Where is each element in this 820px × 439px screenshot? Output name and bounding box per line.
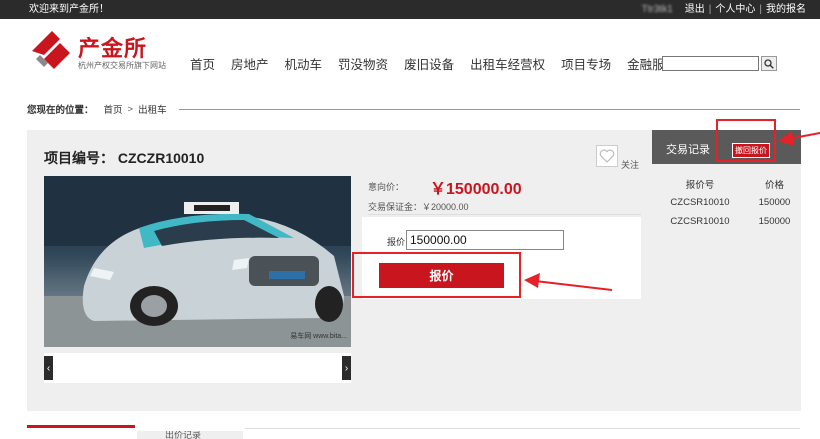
- logo-mark-icon: [32, 31, 70, 69]
- top-bar: 欢迎来到产金所！ Ttr3tk1 退出 | 个人中心 | 我的报名: [0, 0, 820, 19]
- nav-item-taxi-rights[interactable]: 出租车经营权: [462, 54, 553, 73]
- welcome-text: 欢迎来到产金所！: [29, 4, 109, 15]
- search-icon: [764, 58, 774, 69]
- breadcrumb: 您现在的位置： 首页 > 出租车: [27, 101, 800, 117]
- intended-price-row: 意向价： ￥150000.00: [368, 176, 641, 198]
- nav-item-real-estate[interactable]: 房地产: [223, 54, 277, 73]
- divider: [178, 108, 800, 110]
- photo-watermark: 易车网 www.bita...: [290, 333, 347, 340]
- chevron-left-icon: ‹: [46, 362, 51, 374]
- divider: [368, 214, 641, 215]
- separator: |: [708, 4, 712, 15]
- main-nav: 首页 房地产 机动车 罚没物资 废旧设备 出租车经营权 项目专场 金融服务: [182, 54, 685, 73]
- top-links: Ttr3tk1 退出 | 个人中心 | 我的报名: [642, 0, 806, 19]
- project-panel: 项目编号： CZCZR10010 关注 易车网 www.bita... ‹ › …: [27, 130, 652, 411]
- thumbnail-strip: ‹ ›: [44, 353, 351, 383]
- table-cell: 150000: [758, 216, 791, 227]
- favorite-button[interactable]: [596, 145, 618, 167]
- bid-input[interactable]: [406, 230, 564, 250]
- highlight-box: [716, 119, 776, 162]
- column-header-bid-no: 报价号: [685, 179, 715, 191]
- logo-subtitle: 杭州产权交易所旗下网站: [78, 61, 166, 70]
- chevron-right-icon: ›: [344, 362, 349, 374]
- trade-records-title: 交易记录: [666, 144, 710, 156]
- divider: [245, 428, 800, 429]
- nav-item-used-equipment[interactable]: 废旧设备: [396, 54, 462, 73]
- tab-bid-records[interactable]: 出价记录: [137, 431, 243, 439]
- breadcrumb-label: 您现在的位置：: [27, 105, 94, 116]
- table-row: CZCSR10010 150000: [652, 193, 801, 212]
- column-header-price: 价格: [764, 179, 784, 191]
- vehicle-photo[interactable]: 易车网 www.bita...: [44, 176, 351, 347]
- bid-label: 报价: [387, 237, 406, 247]
- user-center-link[interactable]: 个人中心: [715, 0, 755, 19]
- deposit-text: 交易保证金：￥20000.00: [368, 202, 469, 212]
- intended-price-value: ￥150000.00: [430, 181, 522, 198]
- logo[interactable]: 产金所 杭州产权交易所旗下网站: [30, 29, 180, 71]
- highlight-box: [352, 252, 521, 298]
- records-table: 报价号 价格 CZCSR10010 150000 CZCSR10010 1500…: [652, 174, 801, 231]
- tab-details[interactable]: [27, 425, 135, 439]
- username: Ttr3tk1: [641, 4, 673, 15]
- breadcrumb-separator: >: [127, 103, 134, 115]
- taxi-image: [44, 176, 351, 347]
- site-header: 产金所 杭州产权交易所旗下网站 首页 房地产 机动车 罚没物资 废旧设备 出租车…: [0, 19, 820, 89]
- my-signup-link[interactable]: 我的报名: [766, 0, 806, 19]
- table-cell: CZCSR10010: [670, 216, 730, 227]
- nav-item-vehicles[interactable]: 机动车: [277, 54, 331, 73]
- next-arrow-button[interactable]: ›: [342, 356, 351, 380]
- trade-records-panel: 交易记录 撤回报价 报价号 价格 CZCSR10010 150000 CZCSR…: [652, 130, 801, 411]
- detail-tabs: 出价记录: [27, 425, 800, 439]
- logout-link[interactable]: 退出: [685, 0, 705, 19]
- search-input[interactable]: [662, 56, 759, 71]
- heart-icon: [599, 149, 615, 163]
- nav-item-confiscated[interactable]: 罚没物资: [330, 54, 396, 73]
- table-row: CZCSR10010 150000: [652, 212, 801, 231]
- page-title: 项目编号： CZCZR10010: [44, 150, 205, 166]
- table-cell: 150000: [758, 197, 791, 208]
- prev-arrow-button[interactable]: ‹: [44, 356, 53, 380]
- intended-price-label: 意向价：: [368, 182, 405, 192]
- separator: |: [759, 4, 762, 15]
- nav-item-projects[interactable]: 项目专场: [553, 54, 619, 73]
- table-header: 报价号 价格: [652, 174, 801, 193]
- search-bar: [662, 56, 777, 72]
- search-button[interactable]: [761, 56, 777, 71]
- breadcrumb-home[interactable]: 首页: [104, 102, 123, 116]
- nav-item-home[interactable]: 首页: [182, 54, 223, 73]
- favorite-label: 关注: [621, 160, 640, 170]
- table-cell: CZCSR10010: [670, 197, 730, 208]
- breadcrumb-current[interactable]: 出租车: [138, 102, 167, 116]
- logo-name: 产金所: [78, 36, 148, 61]
